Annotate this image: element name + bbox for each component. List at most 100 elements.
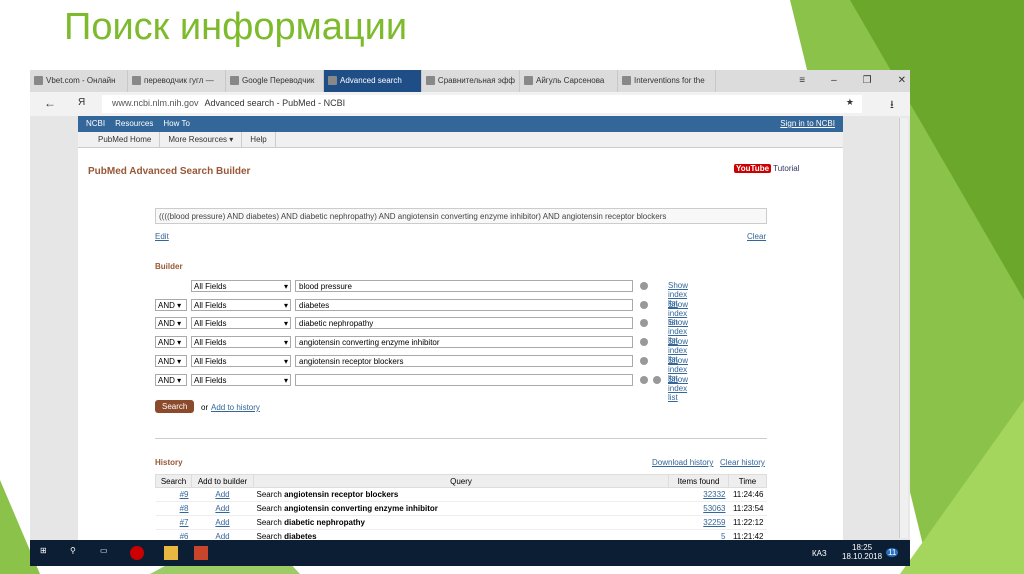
favicon-icon: [328, 76, 337, 85]
download-icon[interactable]: ⭳: [890, 96, 894, 115]
add-to-history-link[interactable]: Add to history: [211, 403, 260, 412]
operator-select[interactable]: AND ▾: [155, 298, 187, 311]
search-button[interactable]: Search: [155, 400, 195, 413]
search-id-link[interactable]: #7: [155, 515, 192, 530]
browser-tab[interactable]: переводчик гугл —: [128, 70, 226, 92]
add-link[interactable]: Add: [191, 515, 254, 530]
field-value: All Fields: [194, 282, 227, 291]
field-select[interactable]: All Fields ▾: [191, 354, 291, 367]
term-input[interactable]: angiotensin receptor blockers: [295, 354, 633, 367]
favicon-icon: [524, 76, 533, 85]
history-row: #8 Add Search angiotensin converting enz…: [155, 501, 767, 516]
notifications-icon[interactable]: 11: [886, 548, 899, 557]
field-select[interactable]: All Fields ▾: [191, 298, 291, 311]
query-text: angiotensin converting enzyme inhibitor: [284, 504, 438, 513]
clear-link[interactable]: Clear: [747, 232, 766, 241]
clock-date: 18.10.2018: [842, 552, 883, 561]
ncbi-logo[interactable]: NCBI: [86, 119, 105, 129]
term-input[interactable]: diabetic nephropathy: [295, 317, 633, 330]
window-controls: ≡ – ❐ ✕: [799, 75, 906, 86]
add-row-icon[interactable]: [653, 375, 661, 384]
nav-pubmed-home[interactable]: PubMed Home: [90, 132, 161, 147]
back-icon[interactable]: ←: [44, 96, 56, 110]
query-box[interactable]: ((((blood pressure) AND diabetes) AND di…: [155, 208, 767, 224]
scrollbar[interactable]: [899, 118, 908, 538]
favicon-icon: [34, 76, 43, 85]
browser-tab[interactable]: Vbet.com - Онлайн: [30, 70, 128, 92]
operator-select[interactable]: AND ▾: [155, 336, 187, 349]
remove-row-icon[interactable]: [640, 319, 648, 328]
tab-label: Vbet.com - Онлайн: [46, 76, 116, 85]
remove-row-icon[interactable]: [640, 282, 648, 290]
clock-time: 18:25: [852, 543, 873, 552]
language-indicator[interactable]: КАЗ: [812, 549, 827, 558]
restore-icon[interactable]: ❐: [863, 75, 872, 86]
browser-tab[interactable]: Interventions for the: [618, 70, 716, 92]
operator-select[interactable]: AND ▾: [155, 317, 187, 330]
field-select[interactable]: All Fields ▾: [191, 373, 291, 386]
clear-history-link[interactable]: Clear history: [720, 458, 765, 467]
history-row: #7 Add Search diabetic nephropathy 32259…: [155, 515, 767, 530]
sign-in-link[interactable]: Sign in to NCBI: [780, 119, 835, 129]
remove-row-icon[interactable]: [640, 356, 648, 365]
browser-tab[interactable]: Сравнительная эфф: [422, 70, 520, 92]
clock[interactable]: 18:25 18.10.2018: [842, 543, 882, 561]
operator-select[interactable]: AND ▾: [155, 373, 187, 386]
operator-value: AND: [158, 375, 175, 385]
search-id-link[interactable]: #9: [155, 487, 192, 502]
browser-tab[interactable]: Advanced search: [324, 70, 422, 92]
howto-menu[interactable]: How To: [163, 119, 190, 129]
tutorial-link[interactable]: YouTube Tutorial: [734, 164, 800, 173]
term-input[interactable]: diabetes: [295, 298, 633, 311]
remove-row-icon[interactable]: [640, 338, 648, 347]
close-icon[interactable]: ✕: [898, 75, 906, 86]
task-view-icon[interactable]: ▭: [100, 546, 114, 560]
search-id-link[interactable]: #8: [155, 501, 192, 516]
operator-select[interactable]: AND ▾: [155, 354, 187, 367]
show-index-list-link[interactable]: Show index list: [668, 375, 688, 402]
field-select[interactable]: All Fields ▾: [191, 336, 291, 349]
remove-row-icon[interactable]: [640, 300, 648, 309]
edit-link[interactable]: Edit: [155, 232, 169, 241]
query-prefix: Search: [256, 490, 282, 499]
file-explorer-icon[interactable]: [164, 546, 178, 560]
browser-tab[interactable]: Google Переводчик: [226, 70, 324, 92]
favicon-icon: [622, 76, 631, 85]
items-found-link[interactable]: 53063: [668, 501, 729, 516]
operator-value: AND: [158, 356, 175, 366]
yandex-browser-icon[interactable]: [130, 546, 144, 560]
remove-row-icon[interactable]: [640, 375, 648, 384]
query-text: angiotensin receptor blockers: [284, 490, 399, 499]
field-value: All Fields: [194, 375, 227, 385]
term-input[interactable]: [295, 373, 633, 386]
url-input[interactable]: www.ncbi.nlm.nih.gov Advanced search - Pu…: [102, 95, 862, 113]
nav-more-resources[interactable]: More Resources ▾: [160, 132, 243, 147]
field-select[interactable]: All Fields ▾: [191, 317, 291, 330]
slide-title: Поиск информации: [64, 6, 408, 48]
history-row: #9 Add Search angiotensin receptor block…: [155, 487, 767, 502]
favicon-icon: [426, 76, 435, 85]
powerpoint-icon[interactable]: [194, 546, 208, 560]
term-input[interactable]: angiotensin converting enzyme inhibitor: [295, 336, 633, 349]
yandex-icon[interactable]: Я: [78, 97, 85, 108]
add-link[interactable]: Add: [191, 501, 254, 516]
tab-label: Google Переводчик: [242, 76, 315, 85]
star-icon[interactable]: ★: [846, 97, 854, 108]
minimize-icon[interactable]: –: [831, 75, 837, 86]
or-text: or: [201, 403, 209, 412]
tab-label: Сравнительная эфф: [437, 76, 515, 85]
windows-start-icon[interactable]: ⊞: [40, 546, 54, 560]
tab-bar: Vbet.com - Онлайн переводчик гугл — Google…: [30, 70, 910, 92]
resources-menu[interactable]: Resources: [115, 119, 153, 129]
page-heading: PubMed Advanced Search Builder: [88, 166, 251, 177]
items-found-link[interactable]: 32332: [668, 487, 729, 502]
add-link[interactable]: Add: [191, 487, 254, 502]
nav-help[interactable]: Help: [242, 132, 276, 147]
field-select[interactable]: All Fields ▾: [191, 280, 291, 292]
items-found-link[interactable]: 32259: [668, 515, 729, 530]
browser-tab[interactable]: Айгуль Сарсенова: [520, 70, 618, 92]
menu-icon[interactable]: ≡: [799, 75, 805, 86]
search-icon[interactable]: ⚲: [70, 546, 84, 560]
term-input[interactable]: blood pressure: [295, 280, 633, 292]
download-history-link[interactable]: Download history: [652, 458, 713, 467]
